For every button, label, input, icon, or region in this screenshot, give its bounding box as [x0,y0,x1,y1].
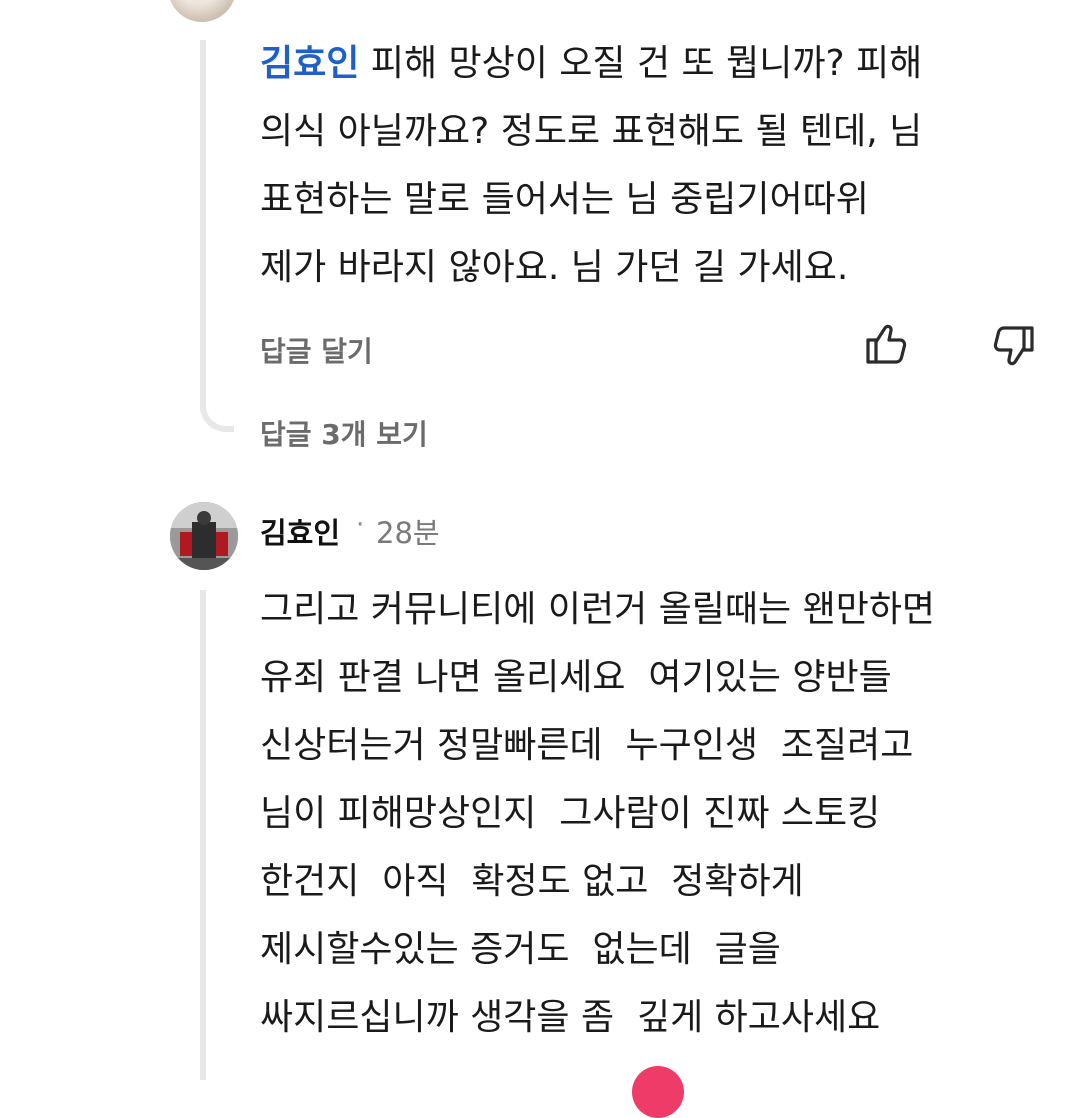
reply-text: 김효인 피해 망상이 오질 건 또 뭡니까? 피해의식 아닐까요? 정도로 표현… [260,30,1050,302]
comment-author[interactable]: 김효인 [260,510,340,552]
avatar-photo [170,502,238,570]
avatar[interactable] [632,1066,684,1118]
thread-line [200,40,206,412]
comment-timestamp: 28분 [376,516,440,550]
thumbs-down-icon[interactable] [990,322,1038,370]
separator: · [356,510,365,540]
comment-line: 유죄 판결 나면 올리세요 여기있는 양반들 [260,657,892,698]
reply-line: 제가 바라지 않아요. 님 가던 길 가세요. [260,247,849,288]
comment-line: 한건지 아직 확정도 없고 정확하게 [260,861,804,902]
comment-line: 싸지르십니까 생각을 좀 깊게 하고사세요 [260,997,881,1038]
reply-line: 표현하는 말로 들어서는 님 중립기어따위 [260,179,869,220]
comment-line: 그리고 커뮤니티에 이런거 올릴때는 왠만하면 [260,589,936,630]
reply-line: 피해 망상이 오질 건 또 뭡니까? 피해 [359,43,923,84]
thread-line [200,590,206,1080]
thumbs-up-icon[interactable] [862,320,910,368]
user-mention[interactable]: 김효인 [260,43,359,84]
comment-line: 님이 피해망상인지 그사람이 진짜 스토킹 [260,793,881,834]
comment-line: 신상터는거 정말빠른데 누구인생 조질려고 [260,725,914,766]
comment-line: 제시할수있는 증거도 없는데 글을 [260,929,781,970]
view-replies-button[interactable]: 답글 3개 보기 [260,413,428,453]
reply-line: 의식 아닐까요? 정도로 표현해도 될 텐데, 님 [260,111,923,152]
reply-button[interactable]: 답글 달기 [260,330,373,370]
avatar[interactable] [168,0,236,22]
comment-text: 그리고 커뮤니티에 이런거 올릴때는 왠만하면 유죄 판결 나면 올리세요 여기… [260,576,1060,1052]
thread-connector [200,398,234,432]
avatar[interactable] [170,502,238,570]
